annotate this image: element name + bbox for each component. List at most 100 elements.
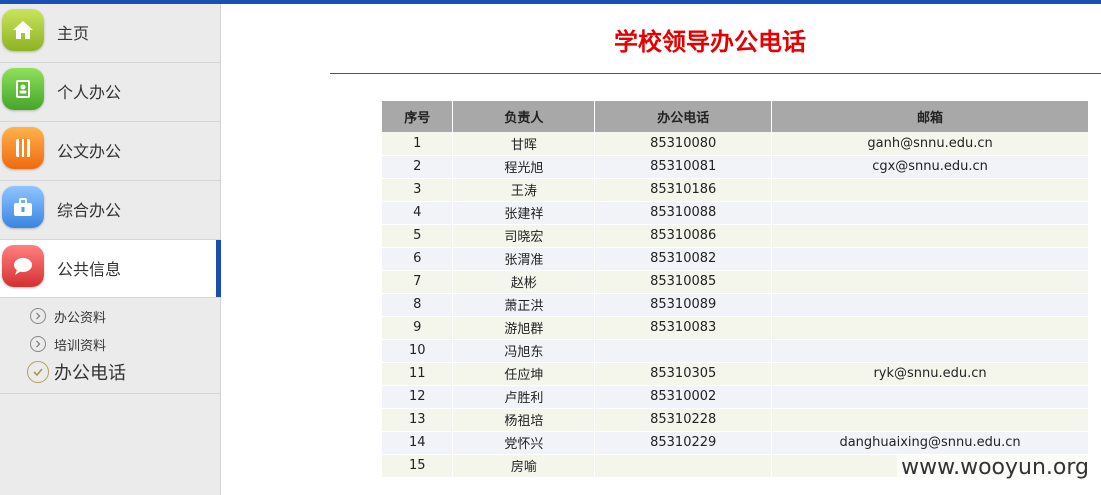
table-row: 5 司晓宏 85310086 [382, 224, 1089, 248]
sidebar-item-label: 个人办公 [57, 83, 122, 102]
cell-index: 11 [382, 362, 454, 386]
cell-phone: 85310086 [594, 224, 773, 248]
table-row: 12 卢胜利 85310002 [382, 385, 1089, 409]
cell-index: 7 [382, 270, 454, 294]
page-title: 学校领导办公电话 [614, 28, 806, 56]
cell-index: 15 [382, 454, 454, 478]
cell-phone: 85310228 [594, 408, 773, 432]
submenu-item-training-materials[interactable]: 培训资料 [0, 330, 220, 358]
briefcase-icon [2, 186, 44, 228]
table-row: 8 萧正洪 85310089 [382, 293, 1089, 317]
sidebar-item-general-office[interactable]: 综合办公 [0, 181, 220, 240]
cell-phone: 85310081 [594, 155, 773, 179]
cell-phone: 85310083 [594, 316, 773, 340]
table-body: 1 甘晖 85310080 ganh@snnu.edu.cn 2 程光旭 85310081 c… [382, 132, 1089, 478]
cell-index: 8 [382, 293, 454, 317]
speech-bubble-icon [2, 245, 44, 287]
cell-person: 司晓宏 [452, 224, 596, 248]
cell-person: 张渭准 [452, 247, 596, 271]
cell-email [771, 316, 1089, 340]
chevron-right-icon [30, 336, 46, 352]
cell-phone: 85310229 [594, 431, 773, 455]
submenu-item-office-phone[interactable]: 办公电话 [0, 358, 220, 386]
chevron-right-icon [30, 308, 46, 324]
cell-email [771, 385, 1089, 409]
cell-phone: 85310085 [594, 270, 773, 294]
table-row: 6 张渭准 85310082 [382, 247, 1089, 271]
cell-email: ryk@snnu.edu.cn [771, 362, 1089, 386]
sidebar-item-home[interactable]: 主页 [0, 4, 220, 63]
table-row: 13 杨祖培 85310228 [382, 408, 1089, 432]
cell-phone [594, 454, 773, 478]
cell-person: 党怀兴 [452, 431, 596, 455]
document-icon [2, 127, 44, 169]
cell-phone [594, 339, 773, 363]
table-header-row: 序号 负责人 办公电话 邮箱 [382, 101, 1089, 132]
cell-person: 王涛 [452, 178, 596, 202]
table-row: 2 程光旭 85310081 cgx@snnu.edu.cn [382, 155, 1089, 179]
cell-person: 甘晖 [452, 132, 596, 156]
sidebar-item-label: 主页 [57, 24, 90, 43]
submenu-item-office-materials[interactable]: 办公资料 [0, 302, 220, 330]
cell-index: 6 [382, 247, 454, 271]
cell-index: 14 [382, 431, 454, 455]
title-divider [330, 73, 1101, 74]
cell-phone: 85310080 [594, 132, 773, 156]
sidebar-item-personal-office[interactable]: 个人办公 [0, 63, 220, 122]
cell-phone: 85310305 [594, 362, 773, 386]
cell-phone: 85310082 [594, 247, 773, 271]
sidebar-item-document-office[interactable]: 公文办公 [0, 122, 220, 181]
cell-index: 9 [382, 316, 454, 340]
cell-email [771, 201, 1089, 225]
cell-phone: 85310186 [594, 178, 773, 202]
cell-email [771, 247, 1089, 271]
watermark: www.wooyun.org [897, 455, 1093, 480]
cell-person: 房喻 [452, 454, 596, 478]
submenu-item-label: 办公资料 [54, 310, 107, 326]
cell-index: 3 [382, 178, 454, 202]
cell-index: 5 [382, 224, 454, 248]
column-header-person: 负责人 [452, 101, 596, 132]
table-row: 10 冯旭东 [382, 339, 1089, 363]
table-row: 1 甘晖 85310080 ganh@snnu.edu.cn [382, 132, 1089, 156]
checkmark-icon [27, 361, 49, 383]
cell-person: 萧正洪 [452, 293, 596, 317]
table-row: 14 党怀兴 85310229 danghuaixing@snnu.edu.cn [382, 431, 1089, 455]
cell-person: 冯旭东 [452, 339, 596, 363]
cell-person: 杨祖培 [452, 408, 596, 432]
cell-phone: 85310088 [594, 201, 773, 225]
cell-person: 游旭群 [452, 316, 596, 340]
table-row: 3 王涛 85310186 [382, 178, 1089, 202]
cell-email [771, 339, 1089, 363]
sidebar-item-label: 公文办公 [57, 142, 122, 161]
cell-email [771, 224, 1089, 248]
sidebar-submenu: 办公资料 培训资料 办公电话 [0, 298, 220, 394]
cell-email [771, 178, 1089, 202]
home-icon [2, 9, 44, 51]
phone-directory-table: 序号 负责人 办公电话 邮箱 1 甘晖 85310080 ganh@snnu.edu.… [382, 101, 1089, 478]
cell-index: 12 [382, 385, 454, 409]
column-header-index: 序号 [382, 101, 454, 132]
cell-person: 程光旭 [452, 155, 596, 179]
cell-email [771, 270, 1089, 294]
cell-index: 1 [382, 132, 454, 156]
sidebar-item-public-info[interactable]: 公共信息 [0, 240, 221, 298]
cell-phone: 85310089 [594, 293, 773, 317]
cell-email: danghuaixing@snnu.edu.cn [771, 431, 1089, 455]
cell-phone: 85310002 [594, 385, 773, 409]
cell-email: cgx@snnu.edu.cn [771, 155, 1089, 179]
sidebar-item-label: 公共信息 [57, 260, 122, 279]
submenu-item-label: 办公电话 [54, 363, 126, 384]
submenu-item-label: 培训资料 [54, 338, 107, 354]
sidebar: 主页 个人办公 公文办公 综合办公 公共信息 办公资料 培训资料 办公电话 [0, 4, 221, 495]
cell-index: 13 [382, 408, 454, 432]
cell-index: 2 [382, 155, 454, 179]
table-row: 4 张建祥 85310088 [382, 201, 1089, 225]
cell-email [771, 293, 1089, 317]
cell-person: 赵彬 [452, 270, 596, 294]
cell-person: 任应坤 [452, 362, 596, 386]
table-row: 9 游旭群 85310083 [382, 316, 1089, 340]
cell-email [771, 408, 1089, 432]
sidebar-item-label: 综合办公 [57, 201, 122, 220]
cell-email: ganh@snnu.edu.cn [771, 132, 1089, 156]
